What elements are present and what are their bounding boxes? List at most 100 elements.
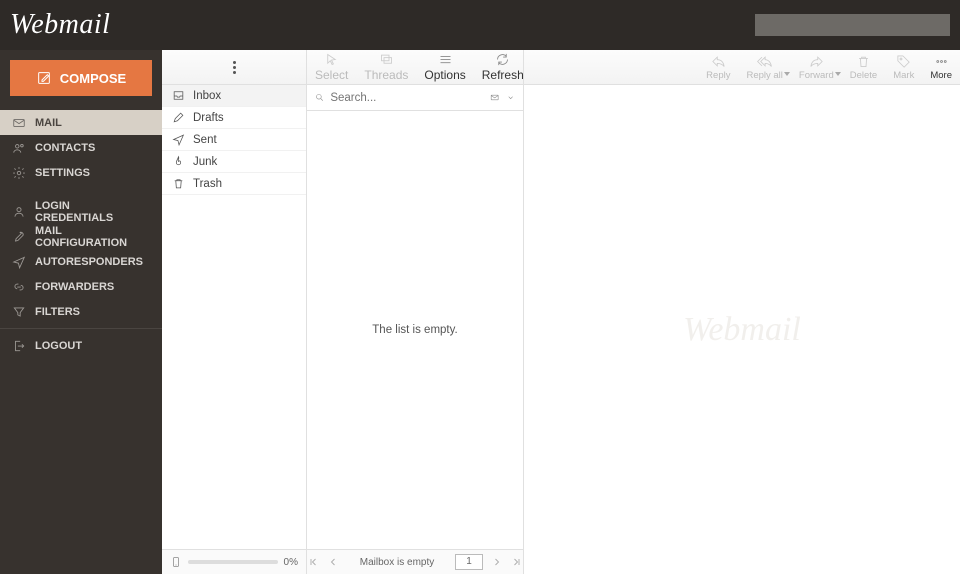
sidebar: COMPOSE MAIL CONTACTS SETTINGS LOGIN CRE… <box>0 50 162 574</box>
app-header: Webmail <box>0 0 960 50</box>
folder-sent[interactable]: Sent <box>162 129 306 151</box>
toolbar-mark-button: Mark <box>885 50 922 84</box>
quota-bar: 0% <box>162 549 306 574</box>
refresh-icon <box>495 52 510 67</box>
device-icon <box>170 556 182 568</box>
toolbar-select-button: Select <box>307 50 356 84</box>
sidebar-item-label: LOGOUT <box>35 340 82 352</box>
sent-icon <box>172 133 185 146</box>
toolbar-delete-button: Delete <box>842 50 885 84</box>
tag-icon <box>896 54 911 69</box>
last-page-icon[interactable] <box>511 556 523 568</box>
message-toolbar: Reply Reply all Forward Delete Mark More <box>524 50 960 85</box>
options-icon <box>438 52 453 67</box>
folder-label: Drafts <box>193 112 224 124</box>
toolbar-reply-all-button: Reply all <box>738 50 790 84</box>
empty-text: The list is empty. <box>372 324 457 336</box>
forward-icon <box>809 54 824 69</box>
message-list-empty: The list is empty. <box>307 111 523 549</box>
sidebar-item-login-credentials[interactable]: LOGIN CREDENTIALS <box>0 199 162 224</box>
folder-drafts[interactable]: Drafts <box>162 107 306 129</box>
sidebar-item-autoresponders[interactable]: AUTORESPONDERS <box>0 249 162 274</box>
sidebar-item-label: LOGIN CREDENTIALS <box>35 200 150 224</box>
compose-button[interactable]: COMPOSE <box>10 60 152 96</box>
toolbar-label: Reply all <box>746 70 782 81</box>
preview-pane: Reply Reply all Forward Delete Mark More Webm… <box>524 50 960 574</box>
cursor-icon <box>324 52 339 67</box>
envelope-icon[interactable] <box>490 91 499 104</box>
caret-icon <box>784 72 790 76</box>
send-icon <box>12 255 26 269</box>
sidebar-item-mail[interactable]: MAIL <box>0 110 162 135</box>
quota-value: 0% <box>284 557 298 568</box>
sidebar-item-label: FORWARDERS <box>35 281 114 293</box>
folder-label: Sent <box>193 134 217 146</box>
toolbar-forward-button: Forward <box>791 50 842 84</box>
gear-icon <box>12 166 26 180</box>
toolbar-more-button[interactable]: More <box>922 50 960 84</box>
logout-icon <box>12 339 26 353</box>
sidebar-item-label: SETTINGS <box>35 167 90 179</box>
toolbar-label: Refresh <box>482 68 524 82</box>
sidebar-item-mail-configuration[interactable]: MAIL CONFIGURATION <box>0 224 162 249</box>
contacts-icon <box>12 141 26 155</box>
trash-icon <box>172 177 185 190</box>
pencil-icon <box>172 111 185 124</box>
toolbar-label: Reply <box>706 70 730 81</box>
sidebar-item-label: MAIL CONFIGURATION <box>35 225 150 249</box>
tools-icon <box>12 230 26 244</box>
compose-label: COMPOSE <box>60 71 126 86</box>
folder-trash[interactable]: Trash <box>162 173 306 195</box>
folder-junk[interactable]: Junk <box>162 151 306 173</box>
folder-label: Trash <box>193 178 222 190</box>
list-footer: Mailbox is empty 1 <box>307 549 523 574</box>
mail-icon <box>12 116 26 130</box>
replyall-icon <box>757 54 772 69</box>
toolbar-label: Mark <box>893 70 914 81</box>
toolbar-options-button[interactable]: Options <box>416 50 473 84</box>
link-icon <box>12 280 26 294</box>
sidebar-item-label: AUTORESPONDERS <box>35 256 143 268</box>
folder-column: Inbox Drafts Sent Junk Trash 0% <box>162 50 307 574</box>
sidebar-item-logout[interactable]: LOGOUT <box>0 333 162 358</box>
sidebar-item-filters[interactable]: FILTERS <box>0 299 162 324</box>
filter-icon <box>12 305 26 319</box>
sidebar-item-forwarders[interactable]: FORWARDERS <box>0 274 162 299</box>
search-input[interactable] <box>330 92 484 104</box>
more-icon <box>934 54 949 69</box>
message-list-column: Select Threads Options Refresh The list is … <box>307 50 524 574</box>
folder-inbox[interactable]: Inbox <box>162 85 306 107</box>
sidebar-item-contacts[interactable]: CONTACTS <box>0 135 162 160</box>
prev-page-icon[interactable] <box>327 556 339 568</box>
page-number[interactable]: 1 <box>455 554 483 570</box>
toolbar-label: Delete <box>850 70 877 81</box>
next-page-icon[interactable] <box>491 556 503 568</box>
toolbar-label: Threads <box>364 68 408 82</box>
folder-label: Junk <box>193 156 217 168</box>
threads-icon <box>379 52 394 67</box>
sidebar-item-label: CONTACTS <box>35 142 95 154</box>
header-right-placeholder <box>755 14 950 36</box>
fire-icon <box>172 155 185 168</box>
trash-icon <box>856 54 871 69</box>
first-page-icon[interactable] <box>307 556 319 568</box>
compose-icon <box>36 70 52 86</box>
search-icon <box>315 91 324 104</box>
toolbar-label: Forward <box>799 70 834 81</box>
sidebar-item-label: MAIL <box>35 117 62 129</box>
search-bar <box>307 85 523 111</box>
toolbar-label: Options <box>424 68 465 82</box>
toolbar-label: Select <box>315 68 348 82</box>
user-icon <box>12 205 26 219</box>
sidebar-item-label: FILTERS <box>35 306 80 318</box>
mailbox-status: Mailbox is empty <box>347 557 447 568</box>
preview-watermark: Webmail <box>683 311 801 349</box>
toolbar-threads-button: Threads <box>356 50 416 84</box>
folder-label: Inbox <box>193 90 221 102</box>
chevron-down-icon[interactable] <box>506 91 515 104</box>
app-logo: Webmail <box>10 9 110 41</box>
folder-options-button[interactable] <box>162 50 306 85</box>
sidebar-item-settings[interactable]: SETTINGS <box>0 160 162 185</box>
reply-icon <box>711 54 726 69</box>
inbox-icon <box>172 89 185 102</box>
